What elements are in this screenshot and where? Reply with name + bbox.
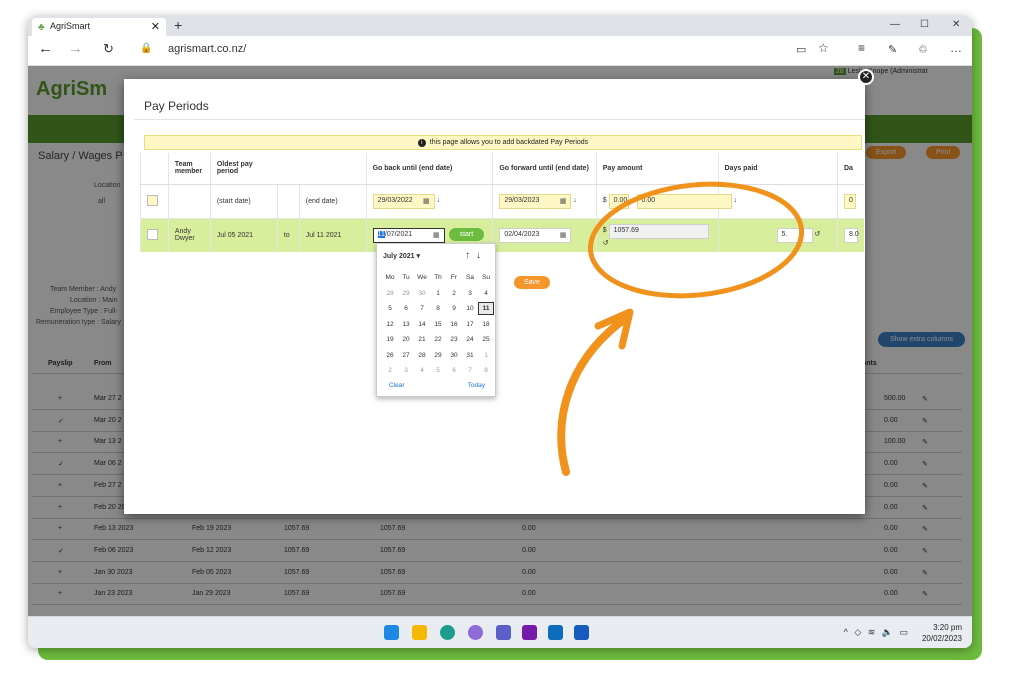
highlight-circle-annotation (587, 181, 805, 299)
arrow-annotation (557, 314, 630, 476)
annotation-overlay (557, 181, 805, 476)
